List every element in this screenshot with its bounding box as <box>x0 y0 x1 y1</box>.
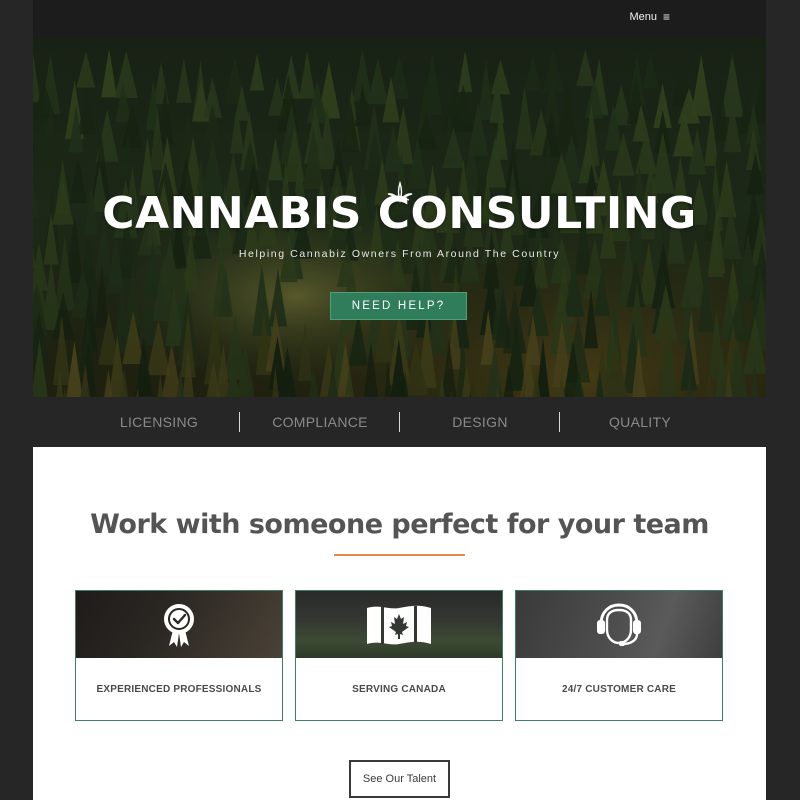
card-label: 24/7 CUSTOMER CARE <box>562 683 676 695</box>
card-image <box>76 591 282 658</box>
need-help-button[interactable]: NEED HELP? <box>330 292 467 320</box>
menu-label: Menu <box>629 11 657 23</box>
services-bar: LICENSING COMPLIANCE DESIGN QUALITY <box>33 397 766 447</box>
page: Menu ≡ CANNABIS CONSULTING Helping Canna… <box>33 0 766 800</box>
headset-icon <box>597 602 641 646</box>
top-navbar: Menu ≡ <box>33 0 766 38</box>
service-licensing[interactable]: LICENSING <box>79 397 239 447</box>
hero-subtitle: Helping Cannabiz Owners From Around The … <box>238 248 561 260</box>
menu-button[interactable]: Menu ≡ <box>629 11 670 23</box>
hero-title: CANNABIS CONSULTING <box>102 188 697 239</box>
card-customer-care[interactable]: 24/7 CUSTOMER CARE <box>515 590 723 721</box>
card-serving-canada[interactable]: SERVING CANADA <box>295 590 503 721</box>
service-design[interactable]: DESIGN <box>400 397 560 447</box>
section-heading: Work with someone perfect for your team <box>90 509 709 540</box>
service-quality[interactable]: QUALITY <box>560 397 720 447</box>
card-label: EXPERIENCED PROFESSIONALS <box>96 683 262 695</box>
card-image <box>296 591 502 658</box>
canada-flag-icon <box>367 605 431 644</box>
hero-banner: CANNABIS CONSULTING Helping Cannabiz Own… <box>33 38 766 397</box>
see-our-talent-button[interactable]: See Our Talent <box>349 760 450 798</box>
award-badge-icon <box>164 603 194 647</box>
heading-underline <box>334 554 465 556</box>
service-compliance[interactable]: COMPLIANCE <box>240 397 400 447</box>
card-experienced-professionals[interactable]: EXPERIENCED PROFESSIONALS <box>75 590 283 721</box>
hamburger-icon: ≡ <box>662 10 670 24</box>
card-image <box>516 591 722 658</box>
card-label: SERVING CANADA <box>352 683 446 695</box>
